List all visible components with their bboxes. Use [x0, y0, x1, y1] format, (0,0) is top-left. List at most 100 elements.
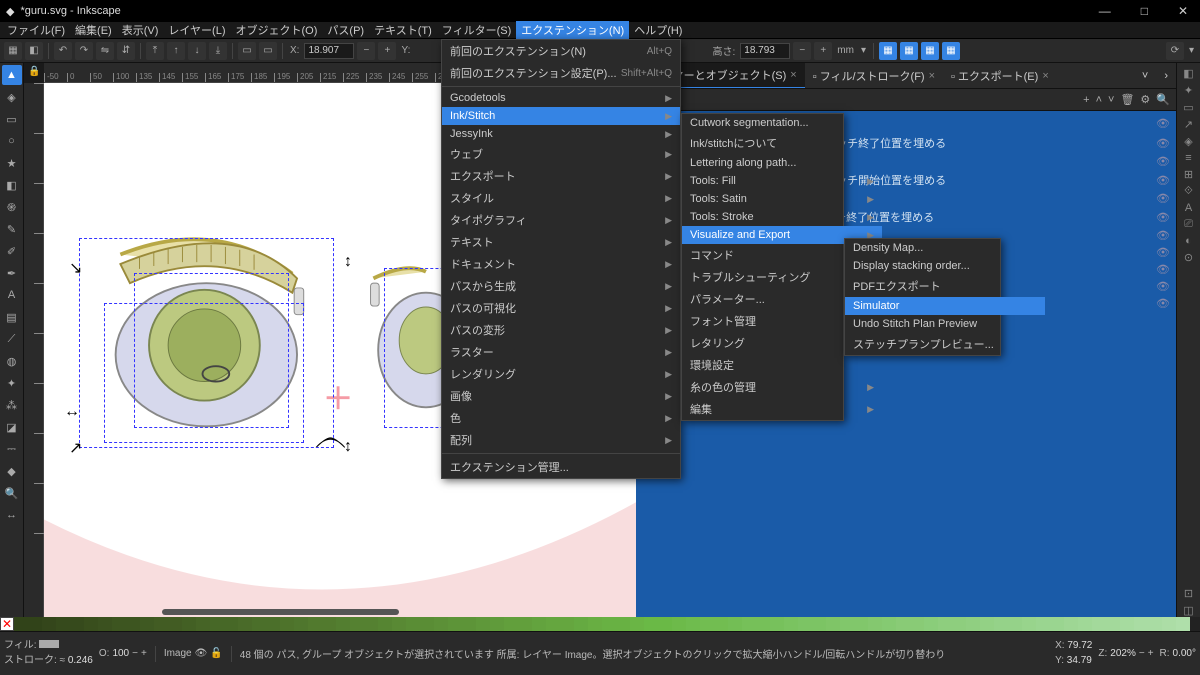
layer-up-icon[interactable]: ˄ — [1096, 94, 1102, 106]
scale-handle[interactable]: ↕ — [344, 253, 352, 271]
menu-item[interactable]: 環境設定 — [682, 354, 882, 376]
node-tool[interactable]: ◈ — [2, 87, 22, 107]
unit-select[interactable]: mm — [837, 45, 854, 56]
menu-item[interactable]: Lettering along path... — [682, 154, 882, 172]
menu-item[interactable]: 画像▶ — [442, 385, 680, 407]
menu-item[interactable]: Density Map... — [845, 239, 1045, 257]
panel-icon[interactable]: ↗ — [1184, 118, 1193, 131]
menu-8[interactable]: エクステンション(N) — [516, 21, 629, 39]
panel-collapse-icon[interactable]: ˅ — [1134, 66, 1156, 86]
color-swatch[interactable] — [98, 617, 112, 631]
menu-item[interactable]: エクステンション管理... — [442, 456, 680, 478]
menu-2[interactable]: 表示(V) — [117, 21, 164, 39]
delete-layer-icon[interactable]: 🗑 — [1120, 93, 1134, 106]
color-swatch[interactable] — [714, 617, 728, 631]
opacity-value[interactable]: 100 — [112, 648, 129, 659]
color-swatch[interactable] — [308, 617, 322, 631]
color-swatch[interactable] — [1162, 617, 1176, 631]
bucket-tool[interactable]: ◍ — [2, 351, 22, 371]
color-swatch[interactable] — [140, 617, 154, 631]
connector-tool[interactable]: ⎓ — [2, 439, 22, 459]
rotate-cw-icon[interactable]: ↷ — [75, 42, 93, 60]
color-swatch[interactable] — [154, 617, 168, 631]
menu-item[interactable]: ウェブ▶ — [442, 143, 680, 165]
lower-bottom-icon[interactable]: ⤓ — [209, 42, 227, 60]
menu-item[interactable]: Display stacking order... — [845, 257, 1045, 275]
tweak-tool[interactable]: ✦ — [2, 373, 22, 393]
color-swatch[interactable] — [602, 617, 616, 631]
menu-item[interactable]: Simulator — [845, 297, 1045, 315]
color-swatch[interactable] — [798, 617, 812, 631]
scale-handle[interactable]: ↘ — [69, 258, 82, 278]
color-swatch[interactable] — [476, 617, 490, 631]
color-swatch[interactable] — [294, 617, 308, 631]
menu-item[interactable]: JessyInk▶ — [442, 125, 680, 143]
add-layer-icon[interactable]: + — [1083, 94, 1089, 106]
color-swatch[interactable] — [70, 617, 84, 631]
rotation-value[interactable]: 0.00° — [1173, 648, 1196, 659]
color-swatch[interactable] — [378, 617, 392, 631]
color-swatch[interactable] — [14, 617, 28, 631]
color-swatch[interactable] — [910, 617, 924, 631]
panel-tab[interactable]: ▫ エクスポート(E) × — [943, 64, 1057, 88]
zoom-tool[interactable]: 🔍 — [2, 483, 22, 503]
color-swatch[interactable] — [1064, 617, 1078, 631]
panel-icon[interactable]: ◧ — [1183, 67, 1193, 80]
layer-indicator[interactable]: Image — [164, 648, 192, 659]
color-swatch[interactable] — [490, 617, 504, 631]
menu-item[interactable]: ステッチプランプレビュー... — [845, 333, 1045, 355]
lock-icon[interactable]: 🔒 — [28, 66, 40, 77]
color-swatch[interactable] — [938, 617, 952, 631]
color-swatch[interactable] — [448, 617, 462, 631]
dropdown-icon[interactable]: ▾ — [861, 45, 866, 56]
color-swatch[interactable] — [1008, 617, 1022, 631]
color-swatch[interactable] — [224, 617, 238, 631]
menu-item[interactable]: 配列▶ — [442, 429, 680, 451]
settings-icon[interactable]: ⚙ — [1140, 93, 1150, 106]
color-swatch[interactable] — [924, 617, 938, 631]
color-swatch[interactable] — [168, 617, 182, 631]
panel-icon[interactable]: ⎚ — [1184, 218, 1193, 231]
color-swatch[interactable] — [658, 617, 672, 631]
zoom-value[interactable]: 202% — [1110, 648, 1136, 659]
text-tool[interactable]: A — [2, 285, 22, 305]
color-swatch[interactable] — [728, 617, 742, 631]
snap-btn[interactable]: ▦ — [942, 42, 960, 60]
color-swatch[interactable] — [350, 617, 364, 631]
color-swatch[interactable] — [252, 617, 266, 631]
color-swatch[interactable] — [462, 617, 476, 631]
menu-item[interactable]: レンダリング▶ — [442, 363, 680, 385]
color-swatch[interactable] — [896, 617, 910, 631]
3d-tool[interactable]: ◧ — [2, 175, 22, 195]
color-swatch[interactable] — [392, 617, 406, 631]
rect-tool[interactable]: ▭ — [2, 109, 22, 129]
color-swatch[interactable] — [126, 617, 140, 631]
panel-icon[interactable]: ✦ — [1184, 84, 1193, 97]
star-tool[interactable]: ★ — [2, 153, 22, 173]
menu-item[interactable]: パスの可視化▶ — [442, 297, 680, 319]
minus-icon[interactable]: − — [793, 42, 811, 60]
color-swatch[interactable] — [686, 617, 700, 631]
panel-icon[interactable]: ⟐ — [1184, 185, 1193, 198]
color-swatch[interactable] — [574, 617, 588, 631]
menu-5[interactable]: パス(P) — [322, 21, 369, 39]
color-swatch[interactable] — [672, 617, 686, 631]
menu-item[interactable]: テキスト▶ — [442, 231, 680, 253]
gradient-tool[interactable]: ▤ — [2, 307, 22, 327]
eye-icon[interactable]: 👁 — [195, 648, 208, 659]
panel-icon[interactable]: ⊙ — [1184, 251, 1193, 264]
color-swatch[interactable] — [28, 617, 42, 631]
snap-btn[interactable]: ▦ — [879, 42, 897, 60]
panel-icon[interactable]: ◈ — [1184, 135, 1192, 148]
snap-btn[interactable]: ▦ — [921, 42, 939, 60]
color-swatch[interactable] — [1036, 617, 1050, 631]
color-swatch[interactable] — [966, 617, 980, 631]
color-swatch[interactable] — [56, 617, 70, 631]
color-swatch[interactable] — [84, 617, 98, 631]
no-fill-swatch[interactable]: ✕ — [0, 617, 14, 631]
panel-icon[interactable]: A — [1185, 202, 1192, 214]
scale-handle[interactable]: ↔ — [64, 403, 80, 421]
color-swatch[interactable] — [406, 617, 420, 631]
color-swatch[interactable] — [756, 617, 770, 631]
search-icon[interactable]: 🔍 — [1156, 93, 1170, 106]
